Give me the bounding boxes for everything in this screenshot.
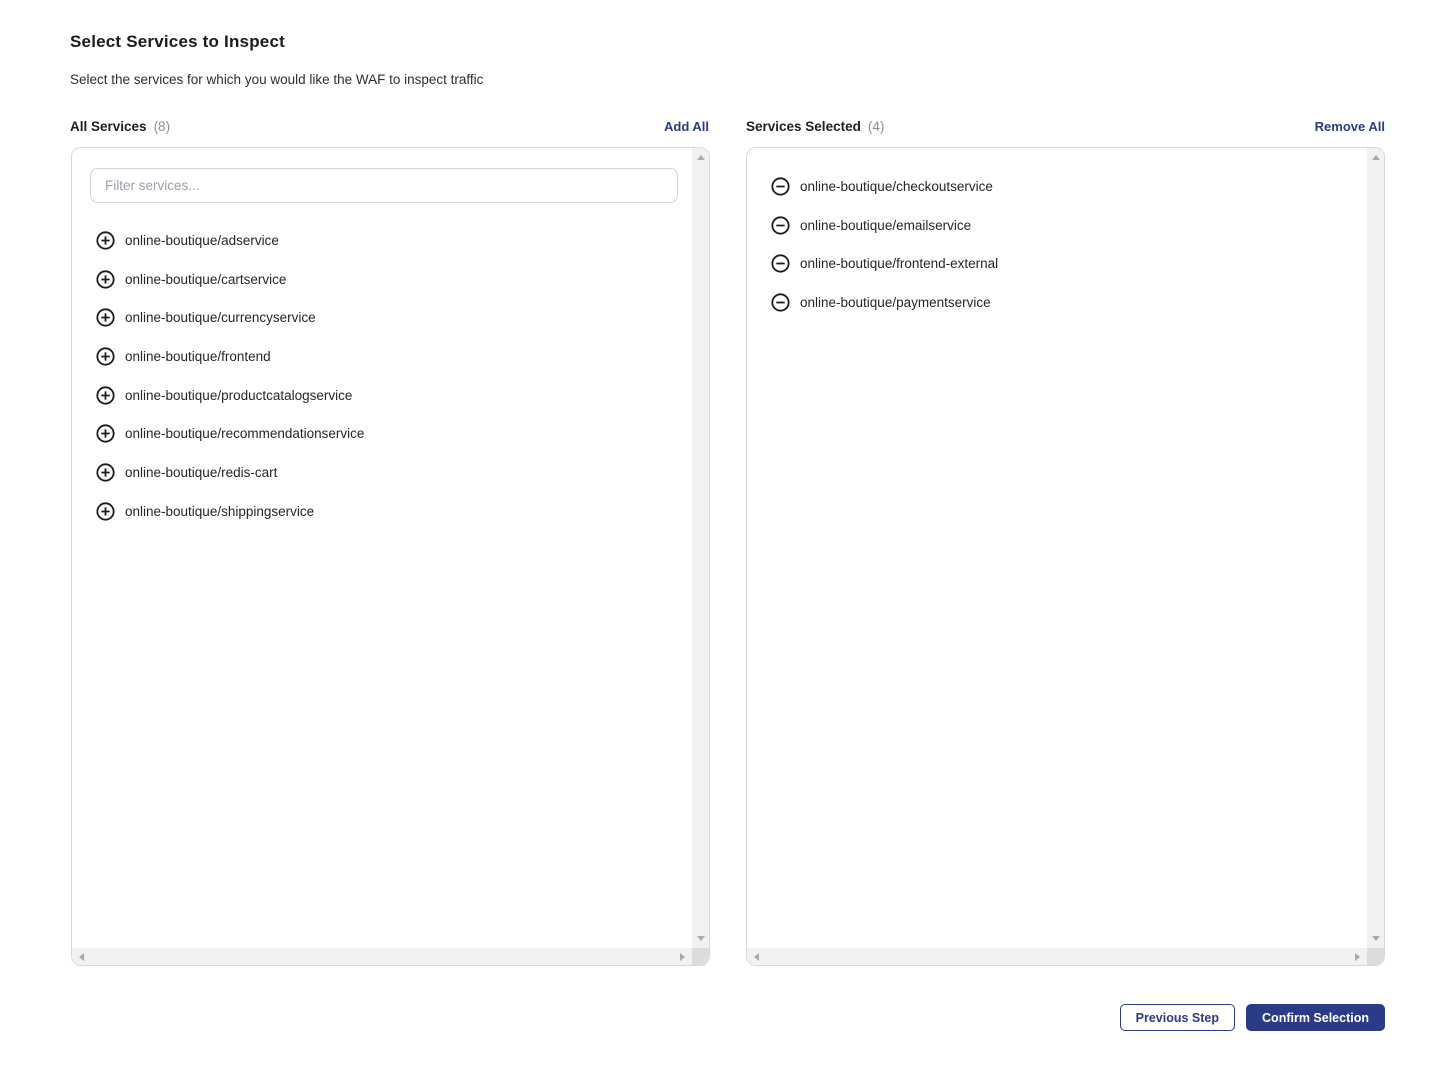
minus-circle-icon[interactable] (771, 177, 790, 196)
service-name: online-boutique/frontend-external (800, 256, 998, 271)
page-title: Select Services to Inspect (70, 32, 285, 52)
scroll-up-icon[interactable] (697, 155, 705, 160)
plus-circle-icon[interactable] (96, 386, 115, 405)
page-subtitle: Select the services for which you would … (70, 72, 483, 87)
vertical-scrollbar[interactable] (692, 148, 709, 948)
plus-circle-icon[interactable] (96, 463, 115, 482)
vertical-scrollbar[interactable] (1367, 148, 1384, 948)
select-services-page: Select Services to Inspect Select the se… (0, 0, 1456, 1072)
services-selected-list-item[interactable]: online-boutique/checkoutservice (747, 167, 1367, 206)
previous-step-button[interactable]: Previous Step (1120, 1004, 1235, 1031)
services-selected-list-item[interactable]: online-boutique/emailservice (747, 206, 1367, 245)
scroll-left-icon[interactable] (79, 953, 84, 961)
services-selected-panel: online-boutique/checkoutservice online-b… (746, 147, 1385, 966)
plus-circle-icon[interactable] (96, 308, 115, 327)
plus-circle-icon[interactable] (96, 347, 115, 366)
all-services-list-item[interactable]: online-boutique/redis-cart (72, 453, 692, 492)
plus-circle-icon[interactable] (96, 231, 115, 250)
all-services-list-item[interactable]: online-boutique/cartservice (72, 260, 692, 299)
services-selected-label: Services Selected (746, 119, 861, 134)
scrollbar-corner (1367, 948, 1384, 965)
all-services-panel: online-boutique/adservice online-boutiqu… (71, 147, 710, 966)
all-services-list-item[interactable]: online-boutique/shippingservice (72, 492, 692, 531)
minus-circle-icon[interactable] (771, 293, 790, 312)
footer-actions: Previous Step Confirm Selection (1120, 1004, 1385, 1031)
filter-services-input[interactable] (90, 168, 678, 203)
services-selected-list-item[interactable]: online-boutique/paymentservice (747, 283, 1367, 322)
plus-circle-icon[interactable] (96, 424, 115, 443)
all-services-header: All Services (8) Add All (70, 119, 709, 134)
service-name: online-boutique/shippingservice (125, 504, 314, 519)
service-name: online-boutique/productcatalogservice (125, 388, 352, 403)
scroll-down-icon[interactable] (697, 936, 705, 941)
all-services-list-item[interactable]: online-boutique/productcatalogservice (72, 376, 692, 415)
scroll-right-icon[interactable] (680, 953, 685, 961)
add-all-link[interactable]: Add All (664, 119, 709, 134)
plus-circle-icon[interactable] (96, 270, 115, 289)
all-services-list-item[interactable]: online-boutique/adservice (72, 221, 692, 260)
horizontal-scrollbar[interactable] (72, 948, 692, 965)
all-services-count: (8) (154, 119, 171, 134)
all-services-list: online-boutique/adservice online-boutiqu… (72, 221, 692, 531)
all-services-list-item[interactable]: online-boutique/recommendationservice (72, 414, 692, 453)
service-name: online-boutique/frontend (125, 349, 271, 364)
minus-circle-icon[interactable] (771, 216, 790, 235)
scroll-left-icon[interactable] (754, 953, 759, 961)
scroll-up-icon[interactable] (1372, 155, 1380, 160)
service-name: online-boutique/adservice (125, 233, 279, 248)
all-services-label: All Services (70, 119, 147, 134)
service-name: online-boutique/checkoutservice (800, 179, 993, 194)
services-selected-header: Services Selected (4) Remove All (746, 119, 1385, 134)
services-selected-list: online-boutique/checkoutservice online-b… (747, 167, 1367, 322)
service-name: online-boutique/emailservice (800, 218, 971, 233)
scroll-right-icon[interactable] (1355, 953, 1360, 961)
remove-all-link[interactable]: Remove All (1315, 119, 1385, 134)
services-selected-list-item[interactable]: online-boutique/frontend-external (747, 244, 1367, 283)
confirm-selection-button[interactable]: Confirm Selection (1246, 1004, 1385, 1031)
all-services-list-item[interactable]: online-boutique/frontend (72, 337, 692, 376)
horizontal-scrollbar[interactable] (747, 948, 1367, 965)
minus-circle-icon[interactable] (771, 254, 790, 273)
services-selected-count: (4) (868, 119, 885, 134)
plus-circle-icon[interactable] (96, 502, 115, 521)
service-name: online-boutique/redis-cart (125, 465, 277, 480)
service-name: online-boutique/recommendationservice (125, 426, 364, 441)
scrollbar-corner (692, 948, 709, 965)
scroll-down-icon[interactable] (1372, 936, 1380, 941)
service-name: online-boutique/cartservice (125, 272, 286, 287)
service-name: online-boutique/paymentservice (800, 295, 991, 310)
service-name: online-boutique/currencyservice (125, 310, 316, 325)
all-services-list-item[interactable]: online-boutique/currencyservice (72, 298, 692, 337)
